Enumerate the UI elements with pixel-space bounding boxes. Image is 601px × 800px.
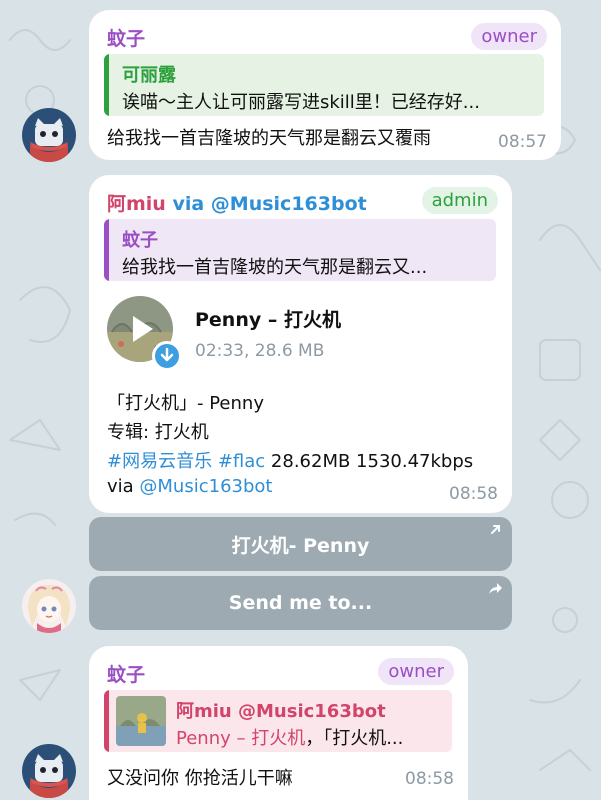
- caption-line-title: 「打火机」- Penny: [107, 393, 264, 414]
- sender-name[interactable]: 阿miu: [107, 193, 166, 215]
- reply-highlight: Penny – 打火机: [176, 728, 306, 749]
- avatar-wenzi[interactable]: [22, 108, 76, 162]
- message-bubble-3[interactable]: 蚊子 owner 阿miu @Music163bot Penny – 打火机，「…: [89, 646, 468, 800]
- reply-accent-bar: [104, 690, 109, 752]
- sender-line: 阿miu via @Music163bot: [107, 189, 367, 216]
- external-link-icon: [491, 525, 500, 534]
- role-badge-owner: owner: [378, 658, 454, 685]
- reply-text: Penny – 打火机，「打火机...: [176, 724, 446, 750]
- message-time: 08:58: [405, 769, 454, 789]
- download-icon[interactable]: [152, 341, 182, 371]
- file-stats: 28.62MB 1530.47kbps: [265, 451, 474, 472]
- reply-preview[interactable]: 阿miu @Music163bot Penny – 打火机，「打火机...: [104, 690, 452, 752]
- reply-preview[interactable]: 蚊子 给我找一首吉隆坡的天气那是翻云又...: [104, 219, 496, 281]
- sender-name[interactable]: 蚊子: [107, 660, 145, 687]
- avatar-amiu[interactable]: [22, 579, 76, 633]
- message-bubble-2[interactable]: 阿miu via @Music163bot admin 蚊子 给我找一首吉隆坡的…: [89, 175, 512, 513]
- reply-thumbnail: [116, 696, 166, 746]
- reply-rest: ，「打火机...: [305, 728, 404, 749]
- inline-button-label: Send me to...: [228, 592, 373, 614]
- reply-sender-name: 阿miu @Music163bot: [176, 701, 386, 722]
- bot-mention-link[interactable]: @Music163bot: [139, 476, 272, 497]
- audio-meta: 02:33, 28.6 MB: [195, 341, 325, 361]
- role-badge-admin: admin: [421, 187, 498, 214]
- via-bot-label[interactable]: via @Music163bot: [172, 193, 366, 215]
- caption-line-album: 专辑: 打火机: [107, 422, 209, 443]
- message-bubble-1[interactable]: 蚊子 owner 可丽露 诶喵〜主人让可丽露写进skill里！已经存好... 给…: [89, 10, 561, 160]
- share-arrow-icon: [489, 583, 502, 594]
- hashtag-netease[interactable]: #网易云音乐: [107, 451, 212, 472]
- reply-text: 诶喵〜主人让可丽露写进skill里！已经存好...: [122, 92, 480, 113]
- message-text: 又没问你 你抢活儿干嘛: [107, 768, 293, 789]
- via-prefix: via: [107, 476, 140, 497]
- inline-button-song-link[interactable]: 打火机- Penny: [89, 517, 512, 571]
- caption-line-tags: #网易云音乐 #flac 28.62MB 1530.47kbps: [107, 447, 473, 473]
- reply-sender-name: 蚊子: [122, 230, 158, 251]
- reply-accent-bar: [104, 54, 109, 116]
- hashtag-flac[interactable]: #flac: [218, 451, 265, 472]
- avatar-wenzi[interactable]: [22, 744, 76, 798]
- caption-line-via: via @Music163bot: [107, 476, 272, 497]
- message-time: 08:57: [498, 132, 547, 152]
- audio-title: Penny – 打火机: [195, 309, 341, 331]
- message-text: 给我找一首吉隆坡的天气那是翻云又覆雨: [107, 128, 431, 149]
- inline-button-send-me-to[interactable]: Send me to...: [89, 576, 512, 630]
- reply-text: 给我找一首吉隆坡的天气那是翻云又...: [122, 257, 428, 278]
- message-time: 08:58: [449, 484, 498, 504]
- sender-name[interactable]: 蚊子: [107, 24, 145, 51]
- reply-sender-name: 可丽露: [122, 65, 176, 86]
- reply-accent-bar: [104, 219, 109, 281]
- reply-preview[interactable]: 可丽露 诶喵〜主人让可丽露写进skill里！已经存好...: [104, 54, 544, 116]
- role-badge-owner: owner: [471, 23, 547, 50]
- inline-button-label: 打火机- Penny: [231, 534, 370, 557]
